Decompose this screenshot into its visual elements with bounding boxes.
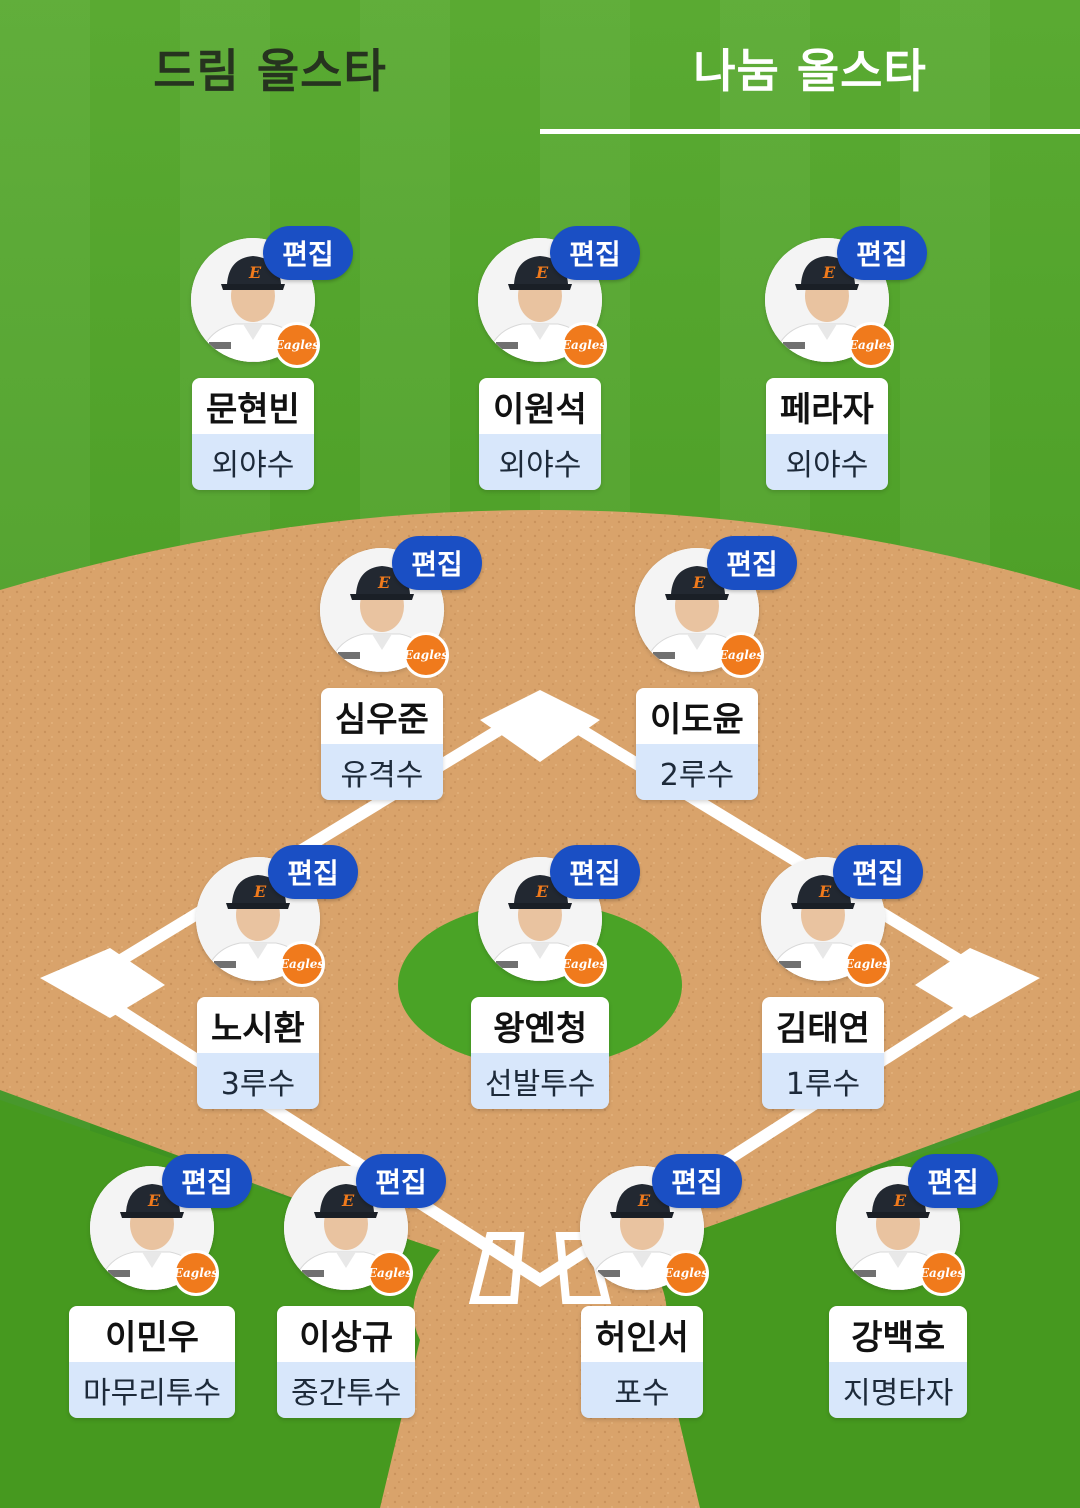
player-position: 지명타자 [829,1362,968,1418]
team-logo-text: Eagles [561,338,607,352]
player-card[interactable]: 이상규 중간투수 [277,1306,416,1418]
player-name: 이상규 [277,1306,416,1362]
player-name: 왕옌청 [471,997,610,1053]
player-position: 마무리투수 [69,1362,235,1418]
edit-button[interactable]: 편집 [162,1154,252,1208]
player-position: 2루수 [636,744,758,800]
svg-text:E: E [147,1191,161,1210]
player-position: 외야수 [192,434,314,490]
player-card[interactable]: 이도윤 2루수 [636,688,758,800]
player-position: 선발투수 [471,1053,610,1109]
svg-text:E: E [248,263,262,282]
eagles-logo-icon: Eagles [844,941,890,987]
svg-text:E: E [637,1191,651,1210]
player-name: 노시환 [197,997,319,1053]
player-card[interactable]: 심우준 유격수 [321,688,443,800]
player-position: 1루수 [762,1053,884,1109]
player-name: 이원석 [479,378,601,434]
svg-text:E: E [377,573,391,592]
edit-button[interactable]: 편집 [356,1154,446,1208]
player-name: 강백호 [829,1306,968,1362]
player-card[interactable]: 페라자 외야수 [766,378,888,490]
player-card[interactable]: 이원석 외야수 [479,378,601,490]
team-logo-text: Eagles [561,957,607,971]
active-tab-indicator [540,129,1080,134]
player-name: 김태연 [762,997,884,1053]
edit-button[interactable]: 편집 [707,536,797,590]
team-logo-text: Eagles [279,957,325,971]
edit-button[interactable]: 편집 [550,845,640,899]
svg-text:E: E [893,1191,907,1210]
player-position: 중간투수 [277,1362,416,1418]
eagles-logo-icon: Eagles [173,1250,219,1296]
svg-text:E: E [822,263,836,282]
team-logo-text: Eagles [403,648,449,662]
eagles-logo-icon: Eagles [718,632,764,678]
player-card[interactable]: 김태연 1루수 [762,997,884,1109]
player-card[interactable]: 이민우 마무리투수 [69,1306,235,1418]
edit-button[interactable]: 편집 [652,1154,742,1208]
player-card[interactable]: 허인서 포수 [581,1306,703,1418]
player-position: 외야수 [766,434,888,490]
team-logo-text: Eagles [663,1266,709,1280]
edit-button[interactable]: 편집 [908,1154,998,1208]
eagles-logo-icon: Eagles [561,941,607,987]
edit-button[interactable]: 편집 [550,226,640,280]
eagles-logo-icon: Eagles [279,941,325,987]
svg-text:E: E [818,882,832,901]
eagles-logo-icon: Eagles [367,1250,413,1296]
eagles-logo-icon: Eagles [919,1250,965,1296]
edit-button[interactable]: 편집 [837,226,927,280]
team-logo-text: Eagles [274,338,320,352]
player-card[interactable]: 왕옌청 선발투수 [471,997,610,1109]
player-name: 문현빈 [192,378,314,434]
eagles-logo-icon: Eagles [561,322,607,368]
eagles-logo-icon: Eagles [274,322,320,368]
player-position: 포수 [581,1362,703,1418]
player-card[interactable]: 문현빈 외야수 [192,378,314,490]
player-position: 유격수 [321,744,443,800]
tab-dream-allstar[interactable]: 드림 올스타 [0,0,540,136]
player-name: 이민우 [69,1306,235,1362]
player-name: 페라자 [766,378,888,434]
svg-text:E: E [535,882,549,901]
eagles-logo-icon: Eagles [663,1250,709,1296]
team-logo-text: Eagles [367,1266,413,1280]
svg-text:E: E [535,263,549,282]
all-star-tabs: 드림 올스타 나눔 올스타 [0,0,1080,140]
player-position: 외야수 [479,434,601,490]
team-logo-text: Eagles [844,957,890,971]
player-name: 심우준 [321,688,443,744]
team-logo-text: Eagles [173,1266,219,1280]
eagles-logo-icon: Eagles [403,632,449,678]
player-name: 허인서 [581,1306,703,1362]
svg-text:E: E [692,573,706,592]
team-logo-text: Eagles [919,1266,965,1280]
team-logo-text: Eagles [718,648,764,662]
tab-nanum-allstar[interactable]: 나눔 올스타 [540,0,1080,136]
svg-text:E: E [253,882,267,901]
player-card[interactable]: 강백호 지명타자 [829,1306,968,1418]
edit-button[interactable]: 편집 [392,536,482,590]
svg-text:E: E [341,1191,355,1210]
player-name: 이도윤 [636,688,758,744]
edit-button[interactable]: 편집 [833,845,923,899]
edit-button[interactable]: 편집 [268,845,358,899]
player-position: 3루수 [197,1053,319,1109]
eagles-logo-icon: Eagles [848,322,894,368]
edit-button[interactable]: 편집 [263,226,353,280]
player-card[interactable]: 노시환 3루수 [197,997,319,1109]
team-logo-text: Eagles [848,338,894,352]
